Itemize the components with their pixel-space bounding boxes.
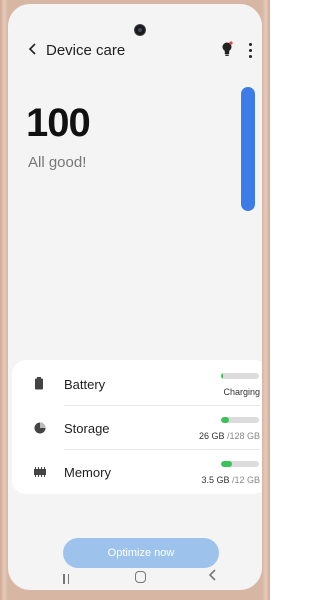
device-care-card: Battery Charging Storage 26 GB /128 GB M… xyxy=(12,360,262,494)
optimize-now-button[interactable]: Optimize now xyxy=(63,538,219,568)
battery-row[interactable]: Battery Charging xyxy=(12,362,262,406)
battery-level-fill xyxy=(221,373,223,379)
battery-status: Charging xyxy=(223,387,260,397)
memory-chip-icon xyxy=(34,465,46,477)
screen: Device care 100 All good! Battery Chargi… xyxy=(8,4,262,590)
battery-icon xyxy=(34,377,46,390)
storage-row[interactable]: Storage 26 GB /128 GB xyxy=(12,406,262,450)
back-icon[interactable] xyxy=(208,568,218,585)
storage-total: /128 GB xyxy=(224,431,260,441)
memory-label: Memory xyxy=(64,465,111,480)
phone-frame: Device care 100 All good! Battery Chargi… xyxy=(0,0,270,600)
memory-used: 3.5 GB xyxy=(201,475,230,485)
scroll-indicator[interactable] xyxy=(241,87,255,211)
storage-level-bar xyxy=(221,417,259,423)
memory-total: /12 GB xyxy=(229,475,260,485)
battery-value: Charging xyxy=(223,387,260,397)
recents-icon[interactable] xyxy=(63,571,75,584)
battery-level-bar xyxy=(221,373,259,379)
storage-label: Storage xyxy=(64,421,110,436)
care-status: All good! xyxy=(28,154,87,171)
care-score: 100 xyxy=(26,101,91,145)
lightbulb-icon[interactable] xyxy=(221,41,233,59)
battery-label: Battery xyxy=(64,377,106,392)
storage-level-fill xyxy=(221,417,229,423)
system-nav-bar xyxy=(8,566,262,590)
page-title: Device care xyxy=(46,42,126,59)
home-icon[interactable] xyxy=(135,571,146,583)
chevron-left-icon[interactable] xyxy=(28,42,38,56)
memory-level-fill xyxy=(221,461,233,467)
memory-level-bar xyxy=(221,461,259,467)
storage-pie-icon xyxy=(34,421,46,434)
memory-row[interactable]: Memory 3.5 GB /12 GB xyxy=(12,450,262,494)
more-vertical-icon[interactable] xyxy=(246,43,254,59)
storage-value: 26 GB /128 GB xyxy=(199,431,260,441)
app-bar: Device care xyxy=(8,34,262,66)
memory-value: 3.5 GB /12 GB xyxy=(201,475,260,485)
storage-used: 26 GB xyxy=(198,431,225,441)
